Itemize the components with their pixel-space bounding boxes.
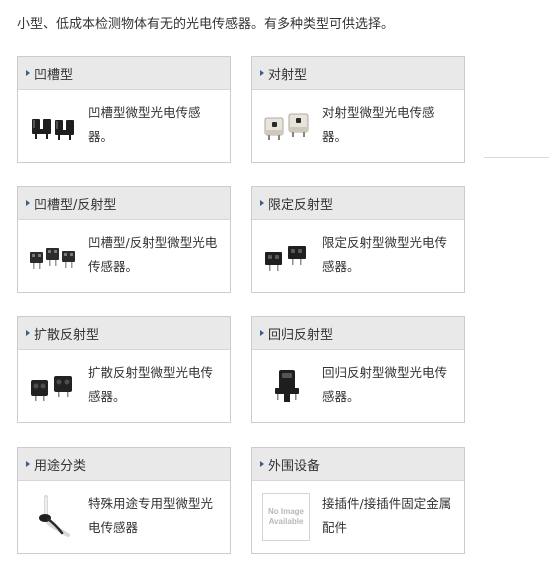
card-title[interactable]: 外围设备 — [268, 455, 320, 474]
placeholder-line-2: Available — [268, 517, 304, 526]
card-title[interactable]: 用途分类 — [34, 455, 86, 474]
intro-text: 小型、低成本检测物体有无的光电传感器。有多种类型可供选择。 — [17, 17, 395, 32]
card-header[interactable]: 回归反射型 — [252, 317, 464, 350]
arrow-right-icon — [26, 200, 30, 206]
card-title[interactable]: 对射型 — [268, 64, 307, 83]
card-description[interactable]: 接插件/接插件固定金属配件 — [322, 492, 456, 540]
arrow-right-icon — [260, 461, 264, 467]
card-header[interactable]: 凹槽型 — [18, 57, 230, 90]
arrow-right-icon — [260, 200, 264, 206]
card-title[interactable]: 扩散反射型 — [34, 324, 99, 343]
category-card-peripherals[interactable]: 外围设备 No Image Available 接插件/接插件固定金属配件 — [251, 447, 465, 554]
card-body: 凹槽型微型光电传感器。 — [18, 90, 230, 162]
card-body: 扩散反射型微型光电传感器。 — [18, 350, 230, 422]
card-body: 凹槽型/反射型微型光电传感器。 — [18, 220, 230, 292]
arrow-right-icon — [260, 330, 264, 336]
arrow-right-icon — [26, 461, 30, 467]
arrow-right-icon — [26, 70, 30, 76]
category-card-slot-reflective[interactable]: 凹槽型/反射型 凹槽型/反射型微型光电传感器。 — [17, 186, 231, 293]
category-card-slot[interactable]: 凹槽型 凹槽型微型光电传感器。 — [17, 56, 231, 163]
slot-sensor-product-image[interactable] — [28, 102, 78, 150]
card-description[interactable]: 扩散反射型微型光电传感器。 — [88, 361, 222, 409]
side-divider — [484, 157, 549, 158]
placeholder-line-1: No Image — [267, 507, 304, 516]
category-card-application[interactable]: 用途分类 特殊用途专用型微型光电传感器 — [17, 447, 231, 554]
card-header[interactable]: 凹槽型/反射型 — [18, 187, 230, 220]
card-description[interactable]: 限定反射型微型光电传感器。 — [322, 231, 456, 279]
card-description[interactable]: 回归反射型微型光电传感器。 — [322, 361, 456, 409]
card-description[interactable]: 特殊用途专用型微型光电传感器 — [88, 492, 222, 540]
category-card-through-beam[interactable]: 对射型 对射型微型光电传感器。 — [251, 56, 465, 163]
card-header[interactable]: 限定反射型 — [252, 187, 464, 220]
card-title[interactable]: 限定反射型 — [268, 194, 333, 213]
card-body: 回归反射型微型光电传感器。 — [252, 350, 464, 422]
category-card-limited-reflective[interactable]: 限定反射型 限定反射型微型光电传感器。 — [251, 186, 465, 293]
through-beam-sensor-product-image[interactable] — [262, 102, 312, 150]
card-title[interactable]: 凹槽型 — [34, 64, 73, 83]
special-purpose-sensor-product-image[interactable] — [28, 493, 78, 541]
card-title[interactable]: 凹槽型/反射型 — [34, 194, 116, 213]
card-description[interactable]: 凹槽型微型光电传感器。 — [88, 101, 222, 149]
limited-reflective-sensor-product-image[interactable] — [262, 232, 312, 280]
card-body: 对射型微型光电传感器。 — [252, 90, 464, 162]
card-header[interactable]: 对射型 — [252, 57, 464, 90]
card-body: No Image Available 接插件/接插件固定金属配件 — [252, 481, 464, 553]
slot-reflective-sensor-product-image[interactable] — [28, 232, 78, 280]
diffuse-reflective-sensor-product-image[interactable] — [28, 362, 78, 410]
card-header[interactable]: 扩散反射型 — [18, 317, 230, 350]
no-image-placeholder[interactable]: No Image Available — [262, 493, 310, 541]
arrow-right-icon — [260, 70, 264, 76]
card-header[interactable]: 用途分类 — [18, 448, 230, 481]
card-description[interactable]: 凹槽型/反射型微型光电传感器。 — [88, 231, 222, 279]
card-body: 特殊用途专用型微型光电传感器 — [18, 481, 230, 553]
category-card-diffuse-reflective[interactable]: 扩散反射型 扩散反射型微型光电传感器。 — [17, 316, 231, 423]
card-header[interactable]: 外围设备 — [252, 448, 464, 481]
arrow-right-icon — [26, 330, 30, 336]
card-body: 限定反射型微型光电传感器。 — [252, 220, 464, 292]
card-title[interactable]: 回归反射型 — [268, 324, 333, 343]
retro-reflective-sensor-product-image[interactable] — [262, 362, 312, 410]
card-description[interactable]: 对射型微型光电传感器。 — [322, 101, 456, 149]
category-card-retro-reflective[interactable]: 回归反射型 回归反射型微型光电传感器。 — [251, 316, 465, 423]
